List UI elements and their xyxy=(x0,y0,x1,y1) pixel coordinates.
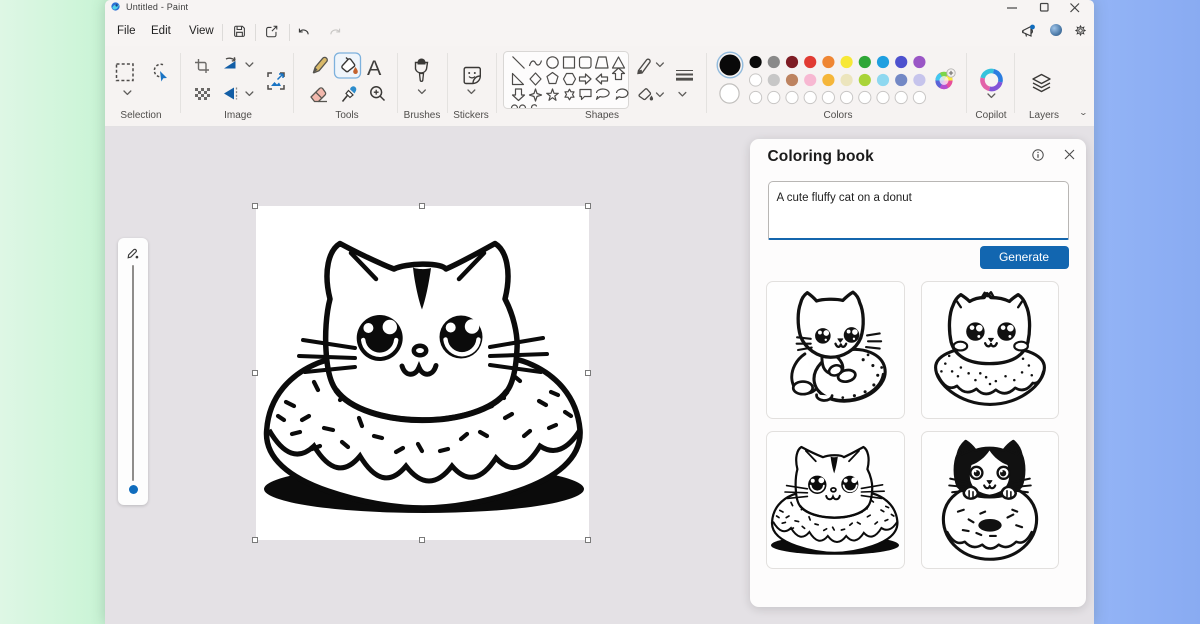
svg-text:A: A xyxy=(367,56,382,80)
